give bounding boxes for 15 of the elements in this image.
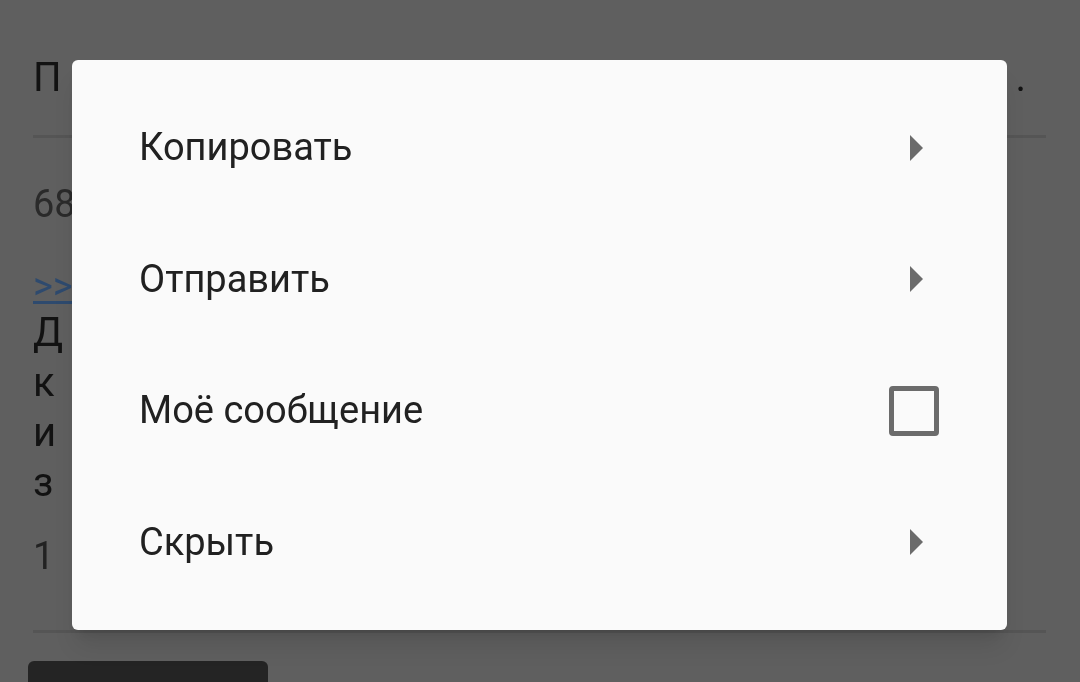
post-footer-text: 1 — [33, 533, 56, 580]
menu-item[interactable]: Моё сообщение — [72, 345, 1007, 477]
post-title-text: П — [33, 53, 62, 103]
menu-item[interactable]: Отправить — [72, 213, 1007, 345]
checkbox[interactable] — [889, 385, 939, 436]
post-title-text: . — [1015, 53, 1026, 103]
caret-icon — [909, 529, 923, 556]
caret-icon — [909, 266, 923, 293]
post-text: з — [33, 458, 54, 508]
post-text: к — [33, 358, 55, 408]
menu-item[interactable]: Скрыть — [72, 476, 1007, 608]
post-text: и — [33, 408, 57, 458]
post-text: Д — [33, 308, 64, 358]
menu-item[interactable]: Копировать — [72, 82, 1007, 214]
caret-icon — [909, 134, 923, 161]
